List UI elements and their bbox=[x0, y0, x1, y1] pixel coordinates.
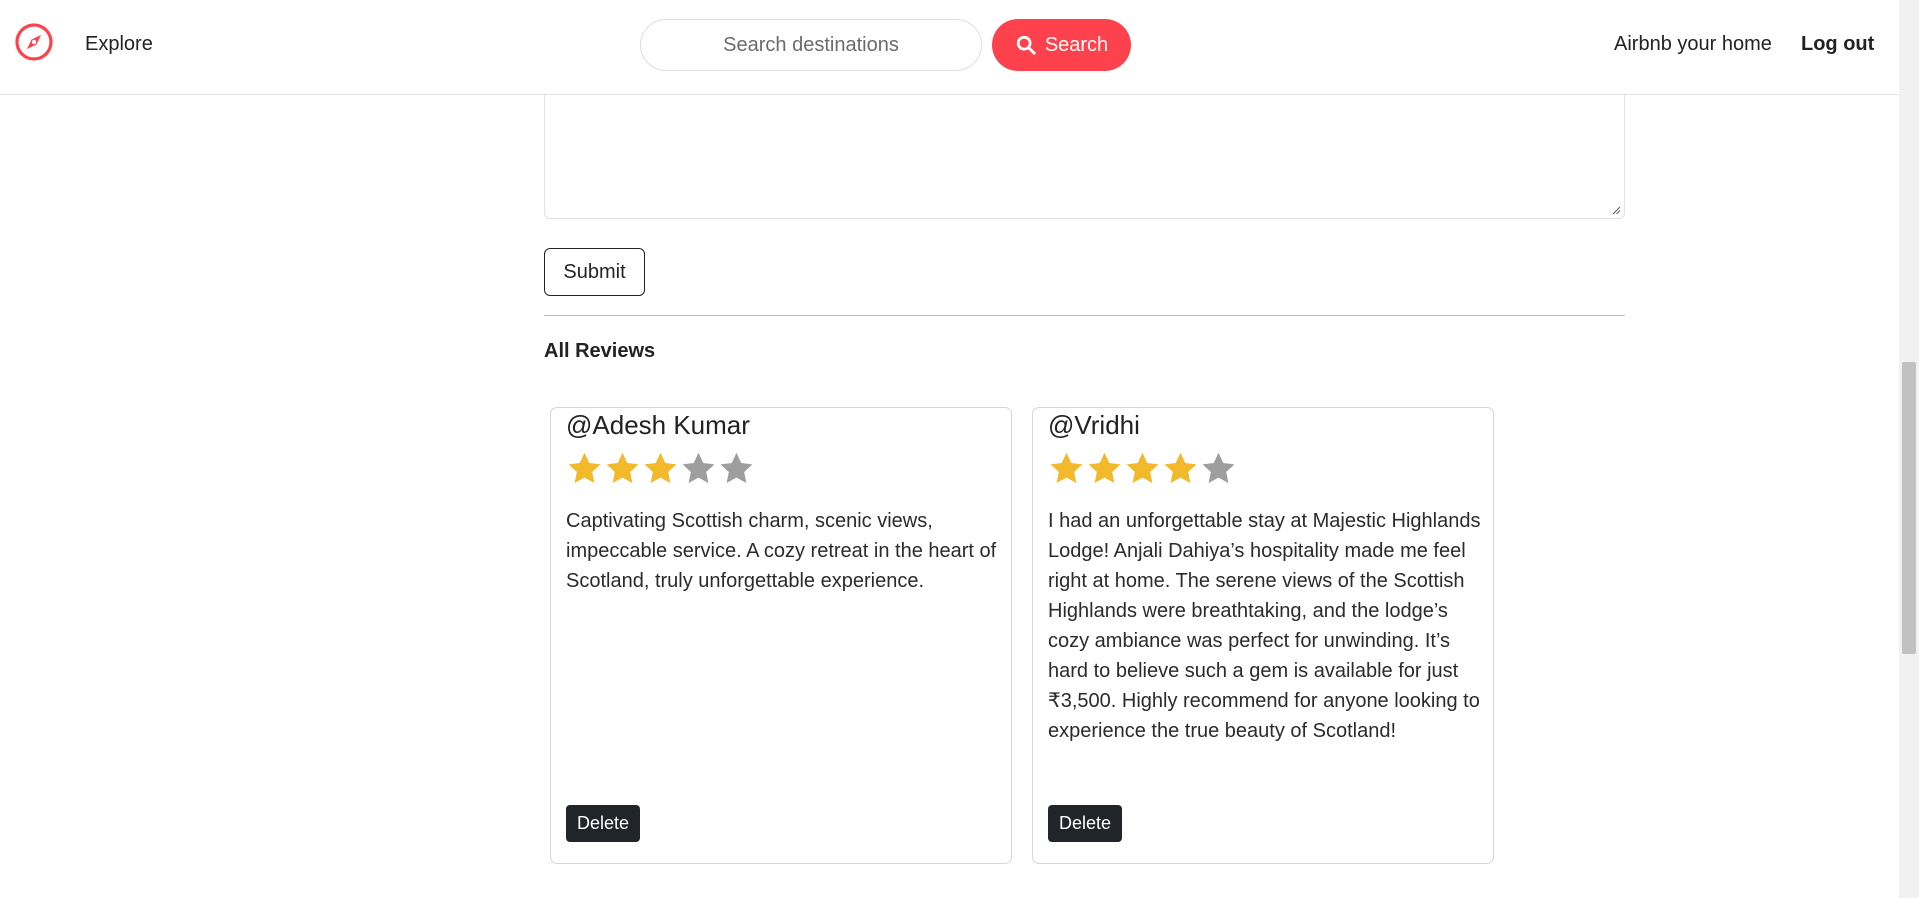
compass-icon[interactable] bbox=[14, 22, 54, 62]
star-empty-icon bbox=[682, 452, 715, 483]
page-scrollbar-thumb[interactable] bbox=[1902, 362, 1916, 654]
submit-review-button[interactable]: Submit bbox=[544, 248, 645, 296]
review-comment: I had an unforgettable stay at Majestic … bbox=[1048, 510, 1481, 742]
nav-explore-link[interactable]: Explore bbox=[85, 33, 153, 56]
navbar: Explore Search Airbnb your home Log out bbox=[0, 0, 1899, 95]
review-comment-textarea[interactable] bbox=[544, 80, 1625, 219]
nav-logout-link[interactable]: Log out bbox=[1801, 33, 1874, 56]
star-filled-icon bbox=[1088, 452, 1121, 483]
star-filled-icon bbox=[1164, 452, 1197, 483]
star-filled-icon bbox=[1050, 452, 1083, 483]
review-author: @Vridhi bbox=[1048, 410, 1140, 440]
review-card: @Adesh Kumar Captivating Scottish charm,… bbox=[550, 407, 1012, 864]
resize-grip-icon[interactable] bbox=[1611, 205, 1621, 215]
star-filled-icon bbox=[644, 452, 677, 483]
star-filled-icon bbox=[606, 452, 639, 483]
star-rating bbox=[566, 450, 755, 487]
star-rating bbox=[1048, 450, 1237, 487]
search-button[interactable]: Search bbox=[992, 19, 1131, 71]
star-filled-icon bbox=[1126, 452, 1159, 483]
review-card: @Vridhi I had an unforgettable stay at M… bbox=[1032, 407, 1494, 864]
star-empty-icon bbox=[720, 452, 753, 483]
review-comment: Captivating Scottish charm, scenic views… bbox=[566, 510, 997, 592]
section-divider bbox=[544, 315, 1625, 316]
search-button-label: Search bbox=[1044, 33, 1109, 56]
all-reviews-heading: All Reviews bbox=[544, 340, 656, 362]
star-empty-icon bbox=[1202, 452, 1235, 483]
review-author: @Adesh Kumar bbox=[566, 410, 750, 440]
delete-review-button[interactable]: Delete bbox=[1048, 805, 1123, 842]
magnifier-icon bbox=[1016, 35, 1036, 55]
search-input[interactable] bbox=[640, 19, 982, 71]
delete-review-button[interactable]: Delete bbox=[566, 805, 641, 842]
nav-host-link[interactable]: Airbnb your home bbox=[1614, 33, 1772, 56]
star-filled-icon bbox=[568, 452, 601, 483]
